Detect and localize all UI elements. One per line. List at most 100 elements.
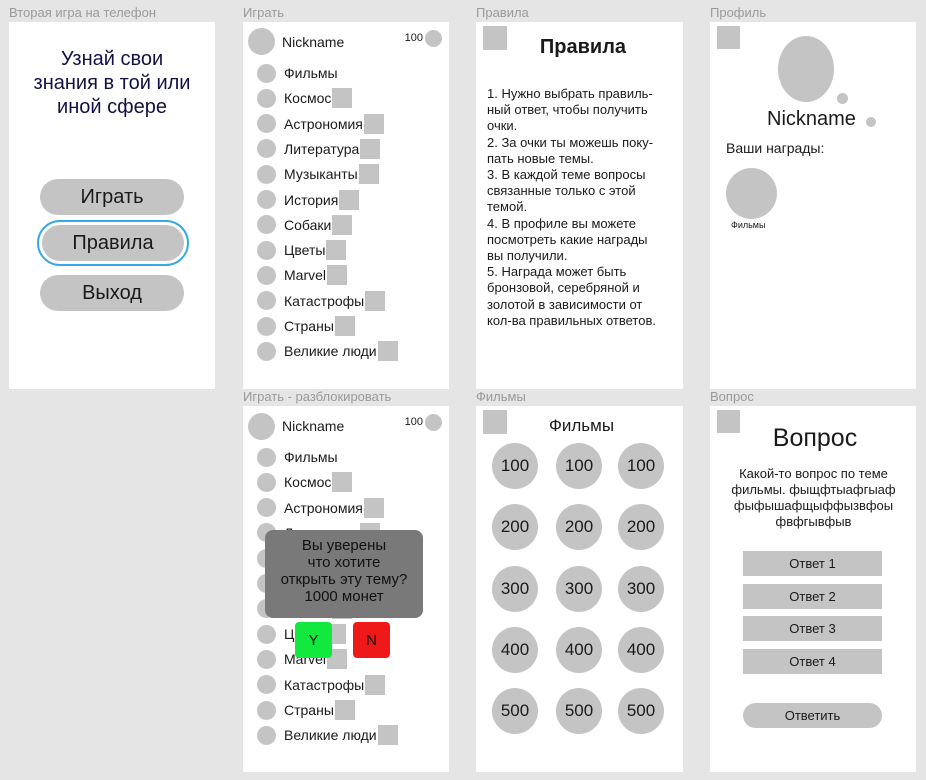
dialog-line: Вы уверены <box>301 537 387 554</box>
topic-item[interactable]: Музыканты <box>257 163 379 185</box>
frame-label-question: Вопрос <box>710 389 754 404</box>
rules-line: 1. Нужно выбрать правиль- <box>487 86 653 101</box>
topic-item[interactable]: Астрономия <box>257 497 384 519</box>
topic-item[interactable]: Фильмы <box>257 446 338 468</box>
avatar[interactable] <box>248 413 275 440</box>
topic-label: Литература <box>284 140 360 157</box>
question-text-line: фыфышафщыффызвфоы <box>733 498 894 513</box>
topic-label: Страны <box>284 702 334 718</box>
topic-item[interactable]: Литература <box>257 138 381 160</box>
topic-icon <box>257 624 276 644</box>
lock-icon <box>360 138 381 159</box>
price-button[interactable]: 500 <box>618 688 664 735</box>
price-button[interactable]: 400 <box>492 626 538 673</box>
question-text-line: фильмы. фыщфтыафгыаф <box>731 482 896 497</box>
topic-icon <box>257 472 276 492</box>
rules-line: золотой в зависимости от <box>487 296 643 312</box>
rules-title: Правила <box>539 36 627 58</box>
topic-icon <box>257 675 276 695</box>
home-headline-line: Узнай свои <box>60 48 164 70</box>
rules-screen: Правила 1. Нужно выбрать правиль-ный отв… <box>476 22 683 389</box>
topic-item[interactable]: Катастрофы <box>257 290 386 312</box>
question-text: Какой-то вопрос по теме фильмы. фыщфтыаф… <box>710 466 916 530</box>
lock-icon <box>334 316 355 336</box>
topic-item[interactable]: Астрономия <box>257 113 384 135</box>
question-text-line: фвфгывфыв <box>775 514 852 529</box>
play-button[interactable]: Играть <box>40 179 184 215</box>
rules-line: 5. Награда может быть <box>487 264 627 280</box>
player-nickname: Nickname <box>282 34 345 50</box>
frame-label-rules: Правила <box>476 5 529 20</box>
price-button[interactable]: 100 <box>492 443 538 489</box>
price-button[interactable]: 300 <box>618 565 664 612</box>
rules-line: 2. За очки ты можешь поку- <box>487 134 654 150</box>
dialog-line: что хотите <box>307 554 381 571</box>
price-button[interactable]: 400 <box>556 626 602 673</box>
topic-item[interactable]: Космос <box>257 87 353 109</box>
lock-icon <box>377 725 398 746</box>
unlock-dialog: Вы уверены что хотите открыть эту тему? … <box>265 530 423 618</box>
home-headline: Узнай свои знания в той или иной сфере <box>9 47 215 119</box>
topic-icon <box>257 190 276 209</box>
answer-3-button[interactable]: Ответ 3 <box>743 616 882 641</box>
topic-label: Marvel <box>284 267 327 284</box>
price-button[interactable]: 300 <box>492 565 538 612</box>
price-button[interactable]: 300 <box>556 565 602 612</box>
price-button[interactable]: 500 <box>556 688 602 735</box>
topic-icon <box>257 649 276 669</box>
topic-item[interactable]: История <box>257 189 360 211</box>
rules-line: темой. <box>487 199 528 215</box>
topic-item[interactable]: Фильмы <box>257 62 338 84</box>
rules-line: очки. <box>487 118 518 134</box>
topic-icon <box>257 114 276 134</box>
topic-item[interactable]: Marvel <box>257 264 348 286</box>
lock-icon <box>363 113 384 134</box>
topic-label: Космос <box>284 90 332 107</box>
confirm-yes-button[interactable]: Y <box>295 622 332 658</box>
topic-item[interactable]: Великие люди <box>257 340 398 362</box>
rules-line: кол-ва правильных ответов. <box>487 312 656 328</box>
price-button[interactable]: 200 <box>556 504 602 551</box>
home-screen: Узнай свои знания в той или иной сфере И… <box>9 22 215 389</box>
home-headline-line: знания в той или <box>33 72 191 94</box>
topic-icon <box>257 725 276 745</box>
price-button[interactable]: 400 <box>618 626 664 673</box>
price-button[interactable]: 500 <box>492 688 538 735</box>
topic-item[interactable]: Страны <box>257 699 355 721</box>
lock-icon <box>377 341 398 362</box>
topic-item[interactable]: Космос <box>257 471 353 493</box>
question-text-line: Какой-то вопрос по теме <box>739 466 888 481</box>
price-button[interactable]: 200 <box>618 504 664 551</box>
confirm-no-button[interactable]: N <box>353 622 390 658</box>
avatar <box>778 36 834 102</box>
topic-item[interactable]: Собаки <box>257 214 353 236</box>
avatar[interactable] <box>248 28 275 55</box>
answer-4-button[interactable]: Ответ 4 <box>743 649 882 674</box>
dialog-line: открыть эту тему? <box>280 571 408 588</box>
lock-icon <box>326 240 347 261</box>
topic-label: Цветы <box>284 242 326 259</box>
rules-button[interactable]: Правила <box>37 220 189 266</box>
question-title: Вопрос <box>772 424 858 452</box>
topic-item[interactable]: Цветы <box>257 239 347 261</box>
topic-icon <box>257 265 276 285</box>
edit-avatar-icon[interactable] <box>837 93 848 104</box>
rules-body: 1. Нужно выбрать правиль-ный ответ, чтоб… <box>487 86 679 329</box>
topic-item[interactable]: Великие люди <box>257 724 398 746</box>
price-button[interactable]: 200 <box>492 504 538 551</box>
profile-screen: Nickname Ваши награды: Фильмы <box>710 22 916 389</box>
price-button[interactable]: 100 <box>618 443 664 489</box>
edit-nickname-icon[interactable] <box>866 117 876 127</box>
topic-item[interactable]: Катастрофы <box>257 674 386 696</box>
price-button[interactable]: 100 <box>556 443 602 489</box>
answer-1-button[interactable]: Ответ 1 <box>743 551 882 576</box>
back-icon[interactable] <box>717 26 740 49</box>
topic-label: Фильмы <box>284 449 338 465</box>
question-screen: Вопрос Какой-то вопрос по теме фильмы. ф… <box>710 406 916 772</box>
award-badge-icon[interactable] <box>726 168 777 219</box>
rules-line: посмотреть какие награды <box>487 231 648 247</box>
submit-answer-button[interactable]: Ответить <box>743 703 882 728</box>
topic-item[interactable]: Страны <box>257 315 355 337</box>
answer-2-button[interactable]: Ответ 2 <box>743 584 882 609</box>
exit-button[interactable]: Выход <box>40 275 184 311</box>
